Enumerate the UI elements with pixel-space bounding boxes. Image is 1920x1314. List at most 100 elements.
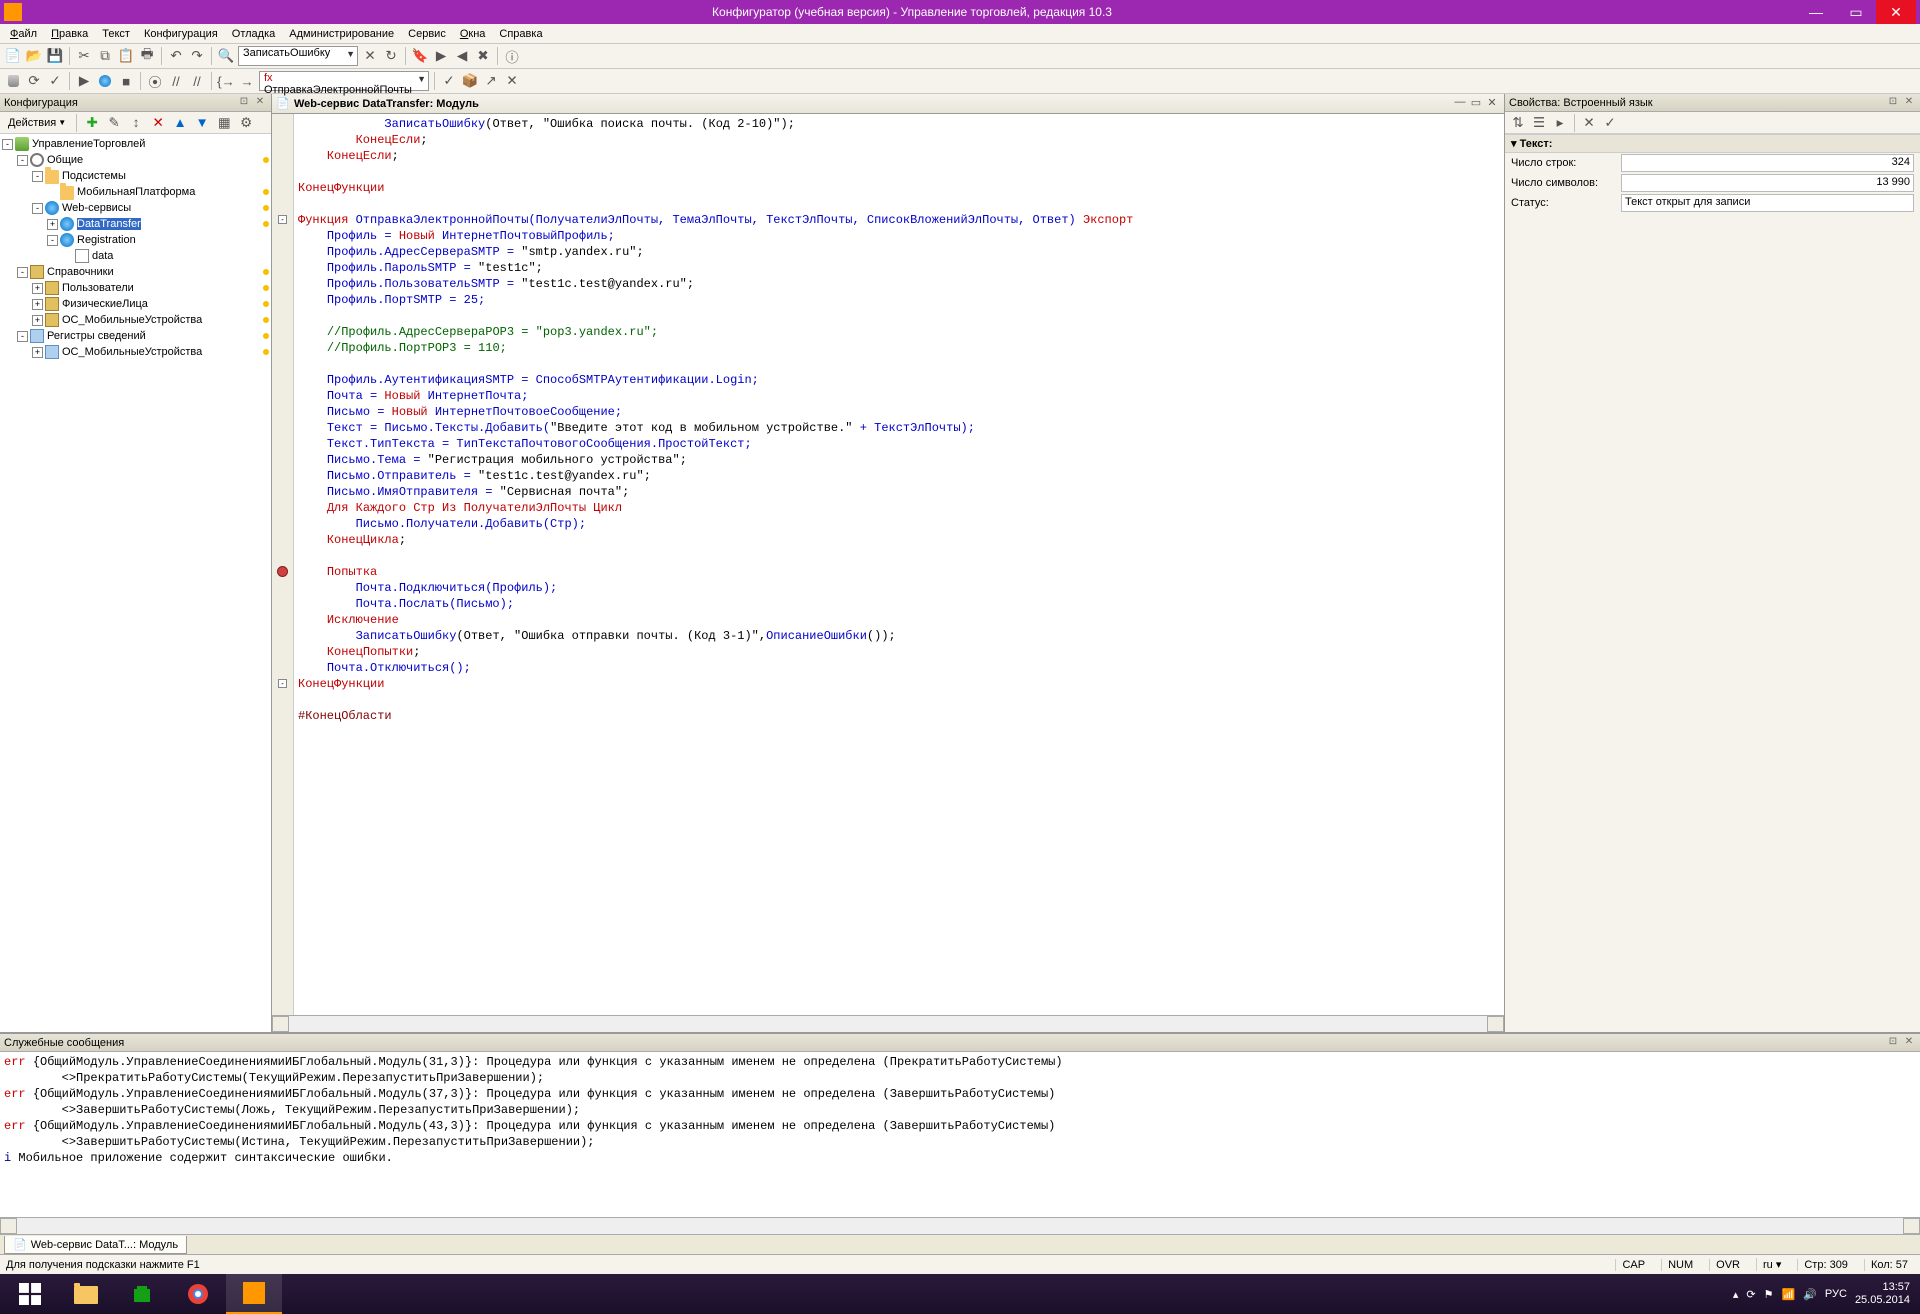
breakpoint-icon[interactable] [277, 566, 288, 577]
tree-toggle[interactable]: - [17, 155, 28, 166]
find-button[interactable]: 🔍 [217, 47, 235, 65]
props-clear-button[interactable]: ✕ [1580, 114, 1598, 132]
horizontal-scrollbar[interactable] [272, 1015, 1504, 1032]
actions-dropdown[interactable]: Действия ▼ [4, 117, 70, 129]
message-line[interactable]: err {ОбщийМодуль.УправлениеСоединениямиИ… [4, 1054, 1916, 1070]
menu-администрирование[interactable]: Администрирование [283, 26, 400, 42]
tree-settings-button[interactable]: ⚙ [237, 114, 255, 132]
tree-toggle[interactable]: - [17, 331, 28, 342]
scroll-right-icon[interactable] [1487, 1016, 1504, 1032]
tree-toggle[interactable]: + [32, 299, 43, 310]
tree-toggle[interactable]: - [32, 203, 43, 214]
tree-toggle[interactable]: - [47, 235, 58, 246]
tray-up-icon[interactable]: ▴ [1733, 1288, 1739, 1301]
code-gutter[interactable]: -- [272, 114, 294, 1015]
editor-close-button[interactable]: ✕ [1484, 96, 1500, 112]
property-value[interactable]: Текст открыт для записи [1621, 194, 1914, 212]
editor-minimize-button[interactable]: — [1452, 96, 1468, 112]
fold-button[interactable]: - [278, 215, 287, 224]
comment-button[interactable]: // [167, 72, 185, 90]
paste-button[interactable]: 📋 [117, 47, 135, 65]
add-button[interactable]: ✚ [83, 114, 101, 132]
syntax-button[interactable]: ✓ [440, 72, 458, 90]
status-lang[interactable]: ru ▾ [1756, 1258, 1787, 1271]
menu-правка[interactable]: Правка [45, 26, 94, 42]
tree-toggle[interactable]: - [17, 267, 28, 278]
tray-volume-icon[interactable]: 🔊 [1803, 1288, 1817, 1301]
procedure-combo[interactable]: ЗаписатьОшибку▼ [238, 46, 358, 66]
explorer-icon[interactable] [58, 1274, 114, 1314]
refresh-button[interactable]: ↻ [382, 47, 400, 65]
tree-toggle[interactable]: - [32, 171, 43, 182]
tray-flag-icon[interactable]: ⚑ [1764, 1288, 1774, 1301]
open-button[interactable]: 📂 [25, 47, 43, 65]
menu-сервис[interactable]: Сервис [402, 26, 452, 42]
bookmark-prev-button[interactable]: ◀ [453, 47, 471, 65]
tree-node[interactable]: -УправлениеТорговлей [0, 136, 271, 152]
tray-clock[interactable]: 13:57 25.05.2014 [1855, 1281, 1910, 1307]
tree-toggle[interactable]: + [32, 347, 43, 358]
undo-button[interactable]: ↶ [167, 47, 185, 65]
new-button[interactable]: 📄 [4, 47, 22, 65]
redo-button[interactable]: ↷ [188, 47, 206, 65]
check-button[interactable]: ✓ [46, 72, 64, 90]
goto-button[interactable]: → [238, 72, 256, 90]
editor-maximize-button[interactable]: ▭ [1468, 96, 1484, 112]
panel-pin-button[interactable]: ⊡ [237, 96, 251, 110]
delete-button[interactable]: ✕ [149, 114, 167, 132]
messages-body[interactable]: err {ОбщийМодуль.УправлениеСоединениямиИ… [0, 1052, 1920, 1217]
tray-lang[interactable]: РУС [1825, 1288, 1847, 1300]
menu-текст[interactable]: Текст [96, 26, 136, 42]
edit-button[interactable]: ✎ [105, 114, 123, 132]
tree-node[interactable]: +ОС_МобильныеУстройства [0, 344, 271, 360]
tree-node[interactable]: -Registration [0, 232, 271, 248]
tree-toggle[interactable]: + [47, 219, 58, 230]
props-check-button[interactable]: ✓ [1601, 114, 1619, 132]
tree-node[interactable]: -Общие [0, 152, 271, 168]
minimize-button[interactable]: — [1796, 0, 1836, 24]
fold-button[interactable]: - [278, 679, 287, 688]
globe-button[interactable] [96, 72, 114, 90]
move-down-button[interactable]: ▼ [193, 114, 211, 132]
bookmark-button[interactable]: 🔖 [411, 47, 429, 65]
menu-справка[interactable]: Справка [493, 26, 548, 42]
tree-node[interactable]: МобильнаяПлатформа [0, 184, 271, 200]
help-button[interactable]: ⓘ [503, 47, 521, 65]
export-button[interactable]: ↗ [482, 72, 500, 90]
1c-icon[interactable] [226, 1274, 282, 1314]
code-editor[interactable]: -- ЗаписатьОшибку(Ответ, "Ошибка поиска … [272, 114, 1504, 1015]
tray-network-icon[interactable]: 📶 [1782, 1288, 1796, 1301]
save-button[interactable]: 💾 [46, 47, 64, 65]
menu-окна[interactable]: Окна [454, 26, 492, 42]
messages-close-button[interactable]: ✕ [1902, 1036, 1916, 1050]
code-area[interactable]: ЗаписатьОшибку(Ответ, "Ошибка поиска поч… [294, 114, 1504, 1015]
sort-az-button[interactable]: ⇅ [1509, 114, 1527, 132]
uncomment-button[interactable]: // [188, 72, 206, 90]
messages-pin-button[interactable]: ⊡ [1886, 1036, 1900, 1050]
tree-node[interactable]: +ОС_МобильныеУстройства [0, 312, 271, 328]
clear-button[interactable]: ✕ [361, 47, 379, 65]
maximize-button[interactable]: ▭ [1836, 0, 1876, 24]
filter-button[interactable]: ▦ [215, 114, 233, 132]
message-line[interactable]: err {ОбщийМодуль.УправлениеСоединениямиИ… [4, 1118, 1916, 1134]
panel-close-button[interactable]: ✕ [253, 96, 267, 110]
property-value[interactable]: 13 990 [1621, 174, 1914, 192]
props-pin-button[interactable]: ⊡ [1886, 96, 1900, 110]
menu-конфигурация[interactable]: Конфигурация [138, 26, 224, 42]
step-button[interactable]: {→ [217, 72, 235, 90]
module-button[interactable]: 📦 [461, 72, 479, 90]
break-button[interactable]: ⦿ [146, 72, 164, 90]
expand-button[interactable]: ▸ [1551, 114, 1569, 132]
update-button[interactable]: ⟳ [25, 72, 43, 90]
tree-node[interactable]: -Справочники [0, 264, 271, 280]
db-button[interactable] [4, 72, 22, 90]
print-button[interactable]: 🖶 [138, 47, 156, 65]
function-combo[interactable]: fx ОтправкаЭлектроннойПочты▼ [259, 71, 429, 91]
move-up-button[interactable]: ▲ [171, 114, 189, 132]
tree-node[interactable]: -Регистры сведений [0, 328, 271, 344]
tree-node[interactable]: +DataTransfer [0, 216, 271, 232]
tray-sync-icon[interactable]: ⟳ [1746, 1288, 1755, 1301]
menu-файл[interactable]: Файл [4, 26, 43, 42]
bookmark-clear-button[interactable]: ✖ [474, 47, 492, 65]
property-section-text[interactable]: ▾ Текст: [1505, 134, 1920, 153]
